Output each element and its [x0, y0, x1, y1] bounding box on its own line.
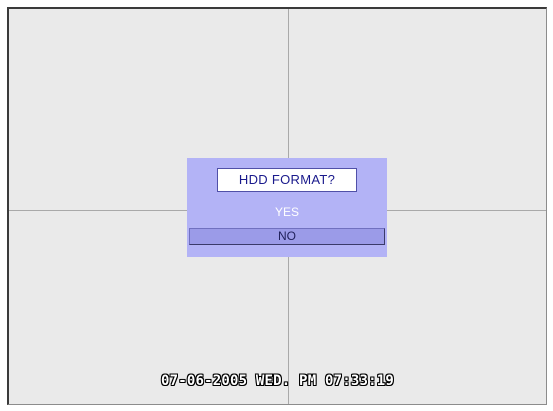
osd-datetime: 07-06-2005 WED. PM 07:33:19 [161, 373, 394, 389]
video-display: HDD FORMAT? YES NO 07-06-2005 WED. PM 07… [7, 7, 547, 405]
yes-option[interactable]: YES [187, 203, 387, 221]
dialog-title: HDD FORMAT? [217, 168, 357, 192]
no-option[interactable]: NO [189, 228, 385, 245]
hdd-format-dialog: HDD FORMAT? YES NO [187, 158, 387, 257]
